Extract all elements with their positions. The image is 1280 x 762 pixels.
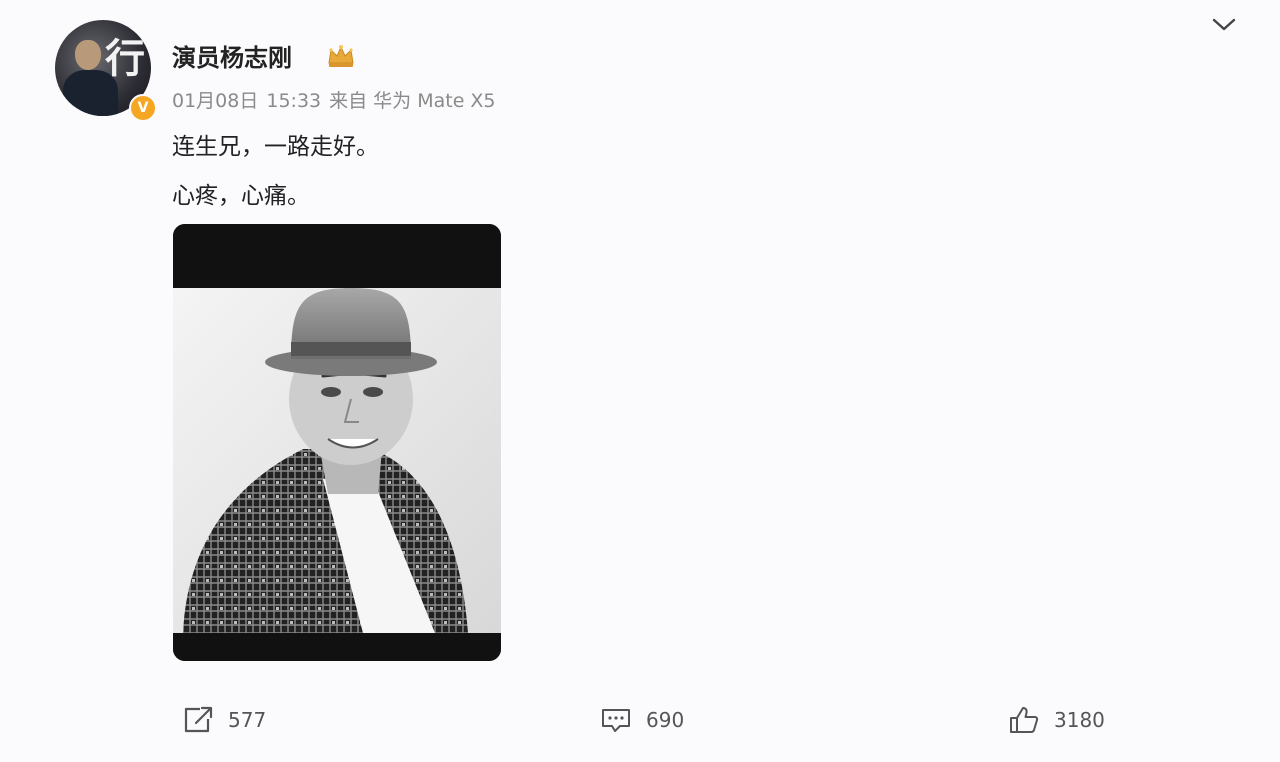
- comment-button[interactable]: 690: [600, 700, 684, 740]
- like-count: 3180: [1054, 708, 1105, 732]
- post-time[interactable]: 15:33: [266, 90, 321, 112]
- avatar-calligraphy: 行: [105, 35, 145, 82]
- share-icon: [184, 706, 213, 733]
- verified-badge: V: [129, 94, 157, 122]
- post-text-line-2: 心疼，心痛。: [172, 183, 310, 209]
- avatar-face: [75, 40, 101, 70]
- post-source: 来自 华为 Mate X5: [329, 90, 496, 112]
- thumbs-up-icon: [1010, 707, 1039, 733]
- comment-count: 690: [646, 708, 685, 732]
- chevron-down-icon[interactable]: [1210, 12, 1238, 36]
- comment-icon: [602, 709, 630, 732]
- author-name[interactable]: 演员杨志刚: [172, 38, 292, 73]
- post-meta: 01月08日 15:33 来自 华为 Mate X5: [172, 86, 504, 113]
- post-text-line-1: 连生兄，一路走好。: [172, 134, 379, 160]
- like-button[interactable]: 3180: [1008, 700, 1105, 740]
- action-bar: 577 690 3180: [0, 700, 1280, 740]
- portrait-photo: [173, 224, 501, 661]
- post-date[interactable]: 01月08日: [172, 90, 258, 112]
- weibo-post: 行 V 演员杨志刚 01月08日 15:33 来自 华为 Mate X5 连生兄，一…: [0, 0, 1280, 762]
- repost-count: 577: [228, 708, 267, 732]
- crown-icon: [328, 45, 354, 67]
- repost-button[interactable]: 577: [182, 700, 266, 740]
- post-image[interactable]: [173, 224, 501, 661]
